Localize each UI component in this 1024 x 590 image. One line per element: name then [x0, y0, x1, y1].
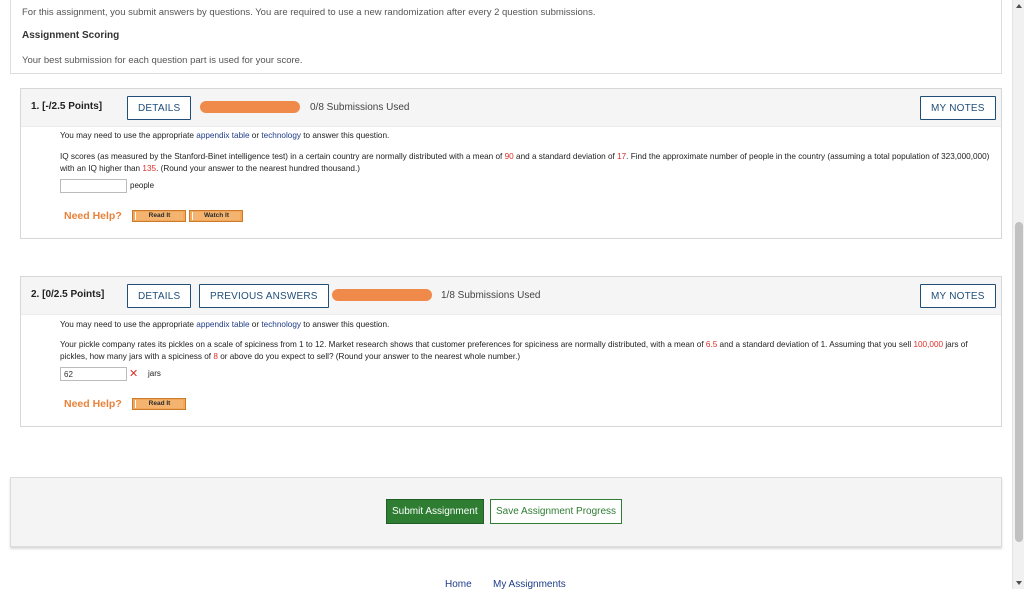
- details-button[interactable]: DETAILS: [127, 284, 192, 308]
- scroll-down-arrow-icon[interactable]: [1016, 581, 1022, 585]
- question-card-2: 2. [0/2.5 Points] DETAILS PREVIOUS ANSWE…: [20, 276, 1002, 427]
- intro-text: to answer this question.: [300, 131, 390, 140]
- assignment-info-panel: For this assignment, you submit answers …: [10, 0, 1002, 74]
- question-intro: You may need to use the appropriate appe…: [60, 319, 389, 331]
- scroll-up-arrow-icon[interactable]: [1016, 4, 1022, 8]
- submissions-used: 0/8 Submissions Used: [310, 102, 410, 113]
- body-text: IQ scores (as measured by the Stanford-B…: [60, 152, 505, 161]
- footer-my-assignments-link[interactable]: My Assignments: [493, 579, 566, 590]
- appendix-table-link[interactable]: appendix table: [196, 131, 249, 140]
- technology-link[interactable]: technology: [261, 320, 301, 329]
- submissions-used: 1/8 Submissions Used: [441, 290, 541, 301]
- answer-unit: people: [130, 181, 155, 190]
- intro-text: to answer this question.: [300, 320, 390, 329]
- footer-home-link[interactable]: Home: [445, 579, 472, 590]
- answer-unit: jars: [148, 369, 161, 378]
- scoring-text: Your best submission for each question p…: [22, 55, 303, 66]
- question-points-label: 2. [0/2.5 Points]: [31, 289, 105, 300]
- body-text: and a standard deviation of: [513, 152, 618, 161]
- my-notes-button[interactable]: MY NOTES: [920, 284, 996, 308]
- question-header-2: 2. [0/2.5 Points] DETAILS PREVIOUS ANSWE…: [21, 277, 1001, 315]
- intro-text: or: [249, 320, 262, 329]
- answer-input[interactable]: [60, 367, 127, 381]
- save-progress-button[interactable]: Save Assignment Progress: [490, 499, 623, 524]
- assignment-page: For this assignment, you submit answers …: [0, 0, 1012, 590]
- submit-assignment-button[interactable]: Submit Assignment: [386, 499, 484, 524]
- redacted-name: [332, 289, 432, 301]
- redacted-name: [200, 101, 300, 113]
- sd-value: 17: [617, 152, 627, 161]
- body-text: . (Round your answer to the nearest hund…: [156, 163, 360, 173]
- need-help-label: Need Help?: [64, 210, 122, 222]
- watch-it-label: Watch It: [192, 212, 240, 220]
- watch-it-button[interactable]: Watch It: [189, 210, 243, 222]
- body-text: Your pickle company rates its pickles on…: [60, 340, 706, 349]
- question-card-1: 1. [-/2.5 Points] DETAILS 0/8 Submission…: [20, 88, 1002, 239]
- body-text: or above do you expect to sell? (Round y…: [217, 351, 521, 361]
- appendix-table-link[interactable]: appendix table: [196, 320, 249, 329]
- randomization-note: For this assignment, you submit answers …: [22, 7, 596, 18]
- read-it-button[interactable]: Read It: [132, 210, 186, 222]
- my-notes-button[interactable]: MY NOTES: [920, 96, 996, 120]
- jars-value: 100,000: [913, 340, 944, 349]
- threshold-value: 135: [142, 163, 157, 173]
- scrollbar-thumb[interactable]: [1015, 222, 1023, 542]
- question-body: IQ scores (as measured by the Stanford-B…: [60, 151, 990, 174]
- question-points-label: 1. [-/2.5 Points]: [31, 101, 103, 112]
- incorrect-x-icon: ✕: [129, 368, 139, 380]
- question-intro: You may need to use the appropriate appe…: [60, 130, 389, 142]
- details-button[interactable]: DETAILS: [127, 96, 192, 120]
- scoring-heading: Assignment Scoring: [22, 30, 120, 41]
- submit-panel: Submit Assignment Save Assignment Progre…: [10, 477, 1002, 547]
- intro-text: or: [249, 131, 262, 140]
- answer-input[interactable]: [60, 179, 127, 193]
- question-body: Your pickle company rates its pickles on…: [60, 339, 990, 362]
- technology-link[interactable]: technology: [261, 131, 301, 140]
- vertical-scrollbar[interactable]: [1012, 0, 1024, 589]
- previous-answers-button[interactable]: PREVIOUS ANSWERS: [199, 284, 329, 308]
- read-it-label: Read It: [135, 212, 183, 220]
- need-help-label: Need Help?: [64, 398, 122, 410]
- intro-text: You may need to use the appropriate: [60, 320, 197, 329]
- read-it-label: Read It: [135, 400, 183, 408]
- body-text: and a standard deviation of 1. Assuming …: [717, 340, 914, 349]
- mean-value: 90: [504, 152, 514, 161]
- read-it-button[interactable]: Read It: [132, 398, 186, 410]
- mean-value: 6.5: [705, 340, 718, 349]
- question-header-1: 1. [-/2.5 Points] DETAILS 0/8 Submission…: [21, 89, 1001, 127]
- intro-text: You may need to use the appropriate: [60, 131, 197, 140]
